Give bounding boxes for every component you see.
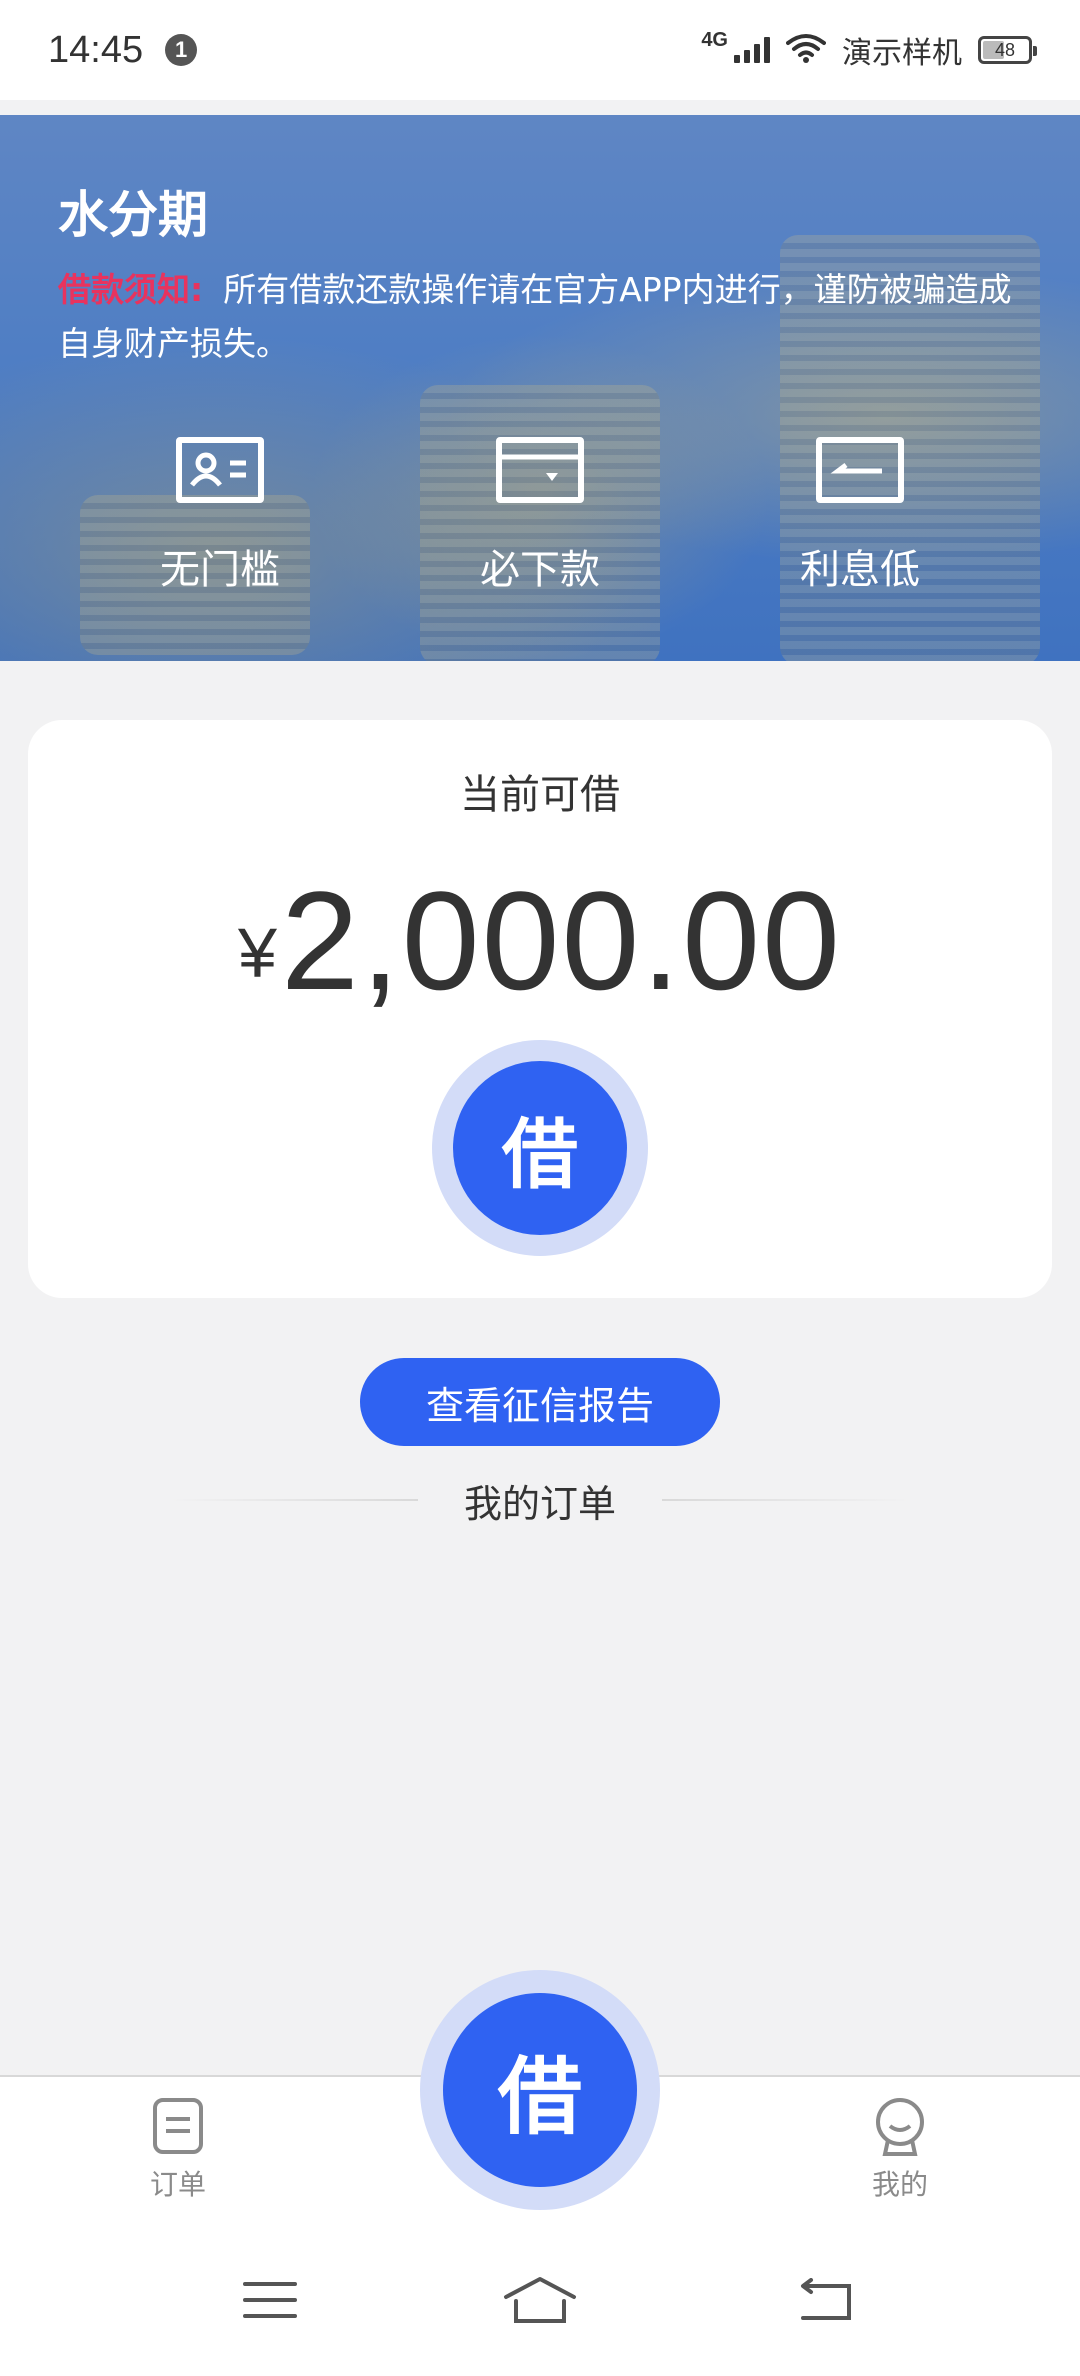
loan-card: 当前可借 ¥2,000.00 借 [28, 720, 1052, 1298]
available-label: 当前可借 [460, 772, 620, 818]
app-title: 水分期 [58, 186, 208, 244]
rate-icon [816, 437, 904, 503]
carrier-name: 演示样机 [842, 36, 962, 71]
order-doc-icon [151, 2095, 205, 2157]
status-right: 4G 演示样机 48 [701, 28, 1037, 72]
status-left: 14:45 1 [48, 28, 198, 72]
divider-left [170, 1499, 418, 1501]
amount-value: 2,000.00 [280, 862, 842, 1019]
tab-orders[interactable]: 订单 [78, 2077, 278, 2227]
center-borrow-button[interactable]: 借 [420, 1970, 660, 2210]
battery-icon: 48 [978, 36, 1037, 64]
status-bar: 14:45 1 4G 演示样机 48 [0, 0, 1080, 100]
menu-icon[interactable] [220, 2265, 320, 2335]
promo-banner: 水分期 借款须知: 所有借款还款操作请在官方APP内进行，谨防被骗造成自身财产损失… [0, 115, 1080, 661]
wifi-icon [786, 33, 826, 67]
feature-label: 无门槛 [160, 547, 280, 593]
network-type: 4G [701, 28, 728, 51]
borrow-button-label: 借 [453, 1061, 627, 1235]
available-amount: ¥2,000.00 [28, 860, 1052, 1022]
currency-symbol: ¥ [238, 914, 277, 992]
my-orders-title: 我的订单 [464, 1481, 617, 1526]
feature-no-threshold: 无门槛 [100, 437, 340, 595]
feature-list: 无门槛 必下款 利息低 [0, 437, 1080, 595]
borrow-button[interactable]: 借 [432, 1040, 648, 1256]
feature-guaranteed: 必下款 [420, 437, 660, 595]
id-card-icon [176, 437, 264, 503]
divider-right [662, 1499, 911, 1501]
wallet-icon [496, 437, 584, 503]
feature-label: 必下款 [480, 547, 600, 593]
battery-level: 48 [994, 39, 1016, 60]
notice-label: 借款须知: [58, 270, 204, 309]
profile-icon [873, 2095, 927, 2157]
feature-label: 利息低 [800, 547, 920, 593]
status-time: 14:45 [48, 28, 144, 71]
loan-notice: 借款须知: 所有借款还款操作请在官方APP内进行，谨防被骗造成自身财产损失。 [58, 263, 1028, 371]
tab-mine[interactable]: 我的 [800, 2077, 1000, 2227]
feature-low-interest: 利息低 [740, 437, 980, 595]
my-orders-section: 我的订单 [170, 1470, 911, 1530]
home-icon[interactable] [490, 2265, 590, 2335]
signal-icon [734, 37, 770, 63]
notification-badge: 1 [165, 34, 198, 66]
system-navigation-bar [0, 2225, 1080, 2376]
tab-orders-label: 订单 [149, 2168, 206, 2201]
view-credit-report-button[interactable]: 查看征信报告 [360, 1358, 720, 1446]
center-borrow-label: 借 [443, 1993, 637, 2187]
back-icon[interactable] [776, 2265, 876, 2335]
tab-mine-label: 我的 [871, 2168, 928, 2201]
